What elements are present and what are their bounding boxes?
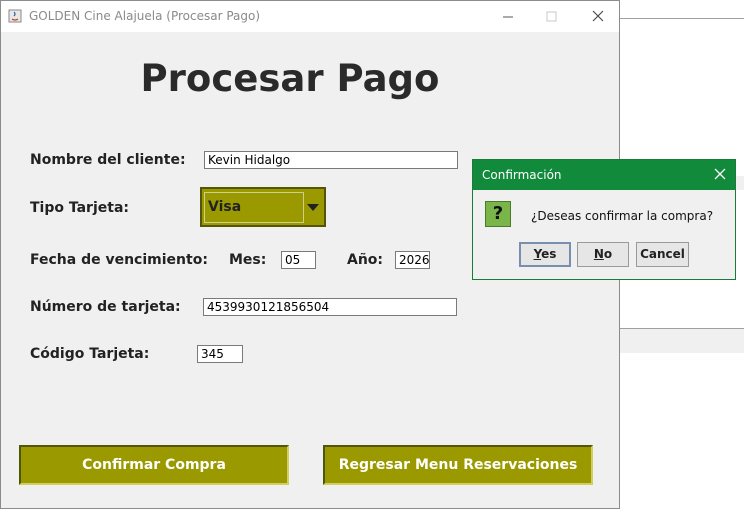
regresar-menu-button[interactable]: Regresar Menu Reservaciones bbox=[323, 445, 593, 485]
minimize-icon bbox=[503, 16, 513, 18]
codigo-tarjeta-input[interactable]: 345 bbox=[197, 345, 243, 363]
close-button[interactable] bbox=[575, 1, 621, 32]
background-panel-lower bbox=[620, 329, 744, 353]
anio-input[interactable]: 2026 bbox=[395, 251, 430, 269]
maximize-button[interactable] bbox=[529, 1, 575, 32]
cliente-label: Nombre del cliente: bbox=[30, 152, 186, 168]
no-mnemonic: N bbox=[593, 247, 604, 261]
background-divider-top bbox=[620, 18, 744, 19]
cliente-input[interactable]: Kevin Hidalgo bbox=[204, 151, 458, 169]
mes-label: Mes: bbox=[229, 252, 267, 268]
no-button[interactable]: No bbox=[577, 242, 629, 267]
title-bar: GOLDEN Cine Alajuela (Procesar Pago) bbox=[1, 1, 619, 32]
vencimiento-label: Fecha de vencimiento: bbox=[30, 252, 208, 268]
tipo-tarjeta-select[interactable]: Visa bbox=[200, 187, 326, 227]
close-icon bbox=[592, 10, 604, 22]
anio-label: Año: bbox=[347, 252, 384, 268]
no-label-rest: o bbox=[603, 247, 613, 261]
confirm-dialog: Confirmación ? ¿Deseas confirmar la comp… bbox=[472, 159, 736, 280]
tipo-tarjeta-label: Tipo Tarjeta: bbox=[30, 200, 129, 216]
page-title: Procesar Pago bbox=[140, 57, 440, 100]
java-app-icon bbox=[8, 9, 22, 23]
window-title: GOLDEN Cine Alajuela (Procesar Pago) bbox=[29, 9, 261, 23]
dialog-title-bar: Confirmación bbox=[473, 160, 735, 190]
dialog-message: ¿Deseas confirmar la compra? bbox=[531, 209, 714, 223]
numero-tarjeta-input[interactable]: 4539930121856504 bbox=[203, 298, 457, 316]
confirmar-compra-button[interactable]: Confirmar Compra bbox=[19, 445, 289, 485]
dialog-title: Confirmación bbox=[482, 168, 562, 182]
maximize-icon bbox=[546, 11, 557, 22]
dropdown-arrow-icon bbox=[307, 204, 319, 211]
yes-label-rest: es bbox=[541, 247, 557, 261]
cancel-button[interactable]: Cancel bbox=[636, 242, 689, 267]
minimize-button[interactable] bbox=[485, 1, 531, 32]
dialog-close-icon[interactable] bbox=[713, 167, 727, 181]
mes-input[interactable]: 05 bbox=[281, 251, 316, 269]
tipo-tarjeta-value: Visa bbox=[204, 192, 304, 223]
yes-button[interactable]: Yes bbox=[519, 242, 571, 267]
question-icon: ? bbox=[485, 201, 511, 227]
codigo-tarjeta-label: Código Tarjeta: bbox=[30, 346, 150, 362]
numero-tarjeta-label: Número de tarjeta: bbox=[30, 299, 181, 315]
